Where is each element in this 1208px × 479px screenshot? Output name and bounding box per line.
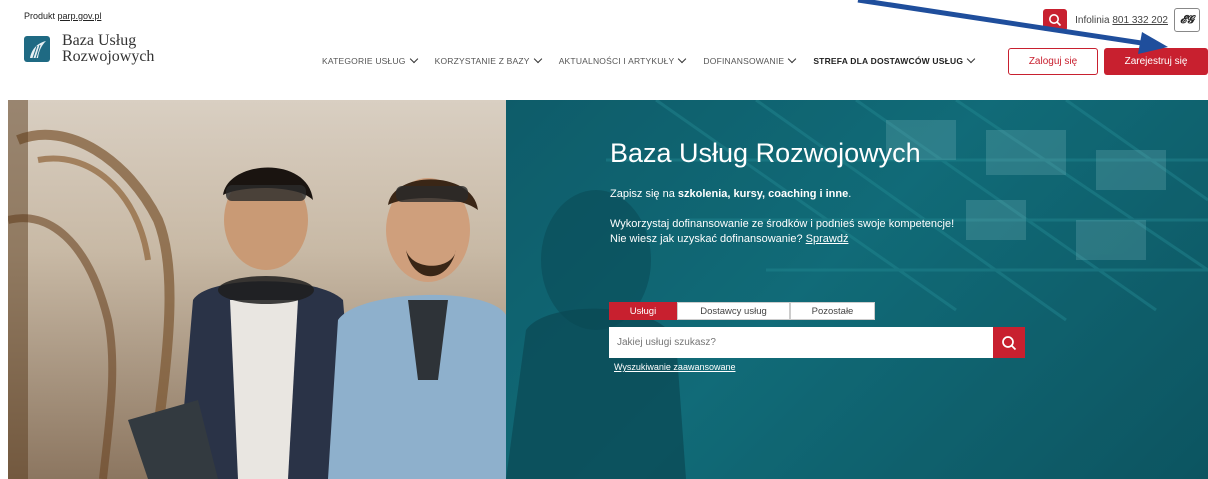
service-search-input[interactable]: [609, 327, 993, 358]
hero-photo-illustration: [8, 100, 506, 479]
hero-sub-bold: szkolenia, kursy, coaching i inne: [677, 188, 849, 200]
tab-uslugi[interactable]: Usługi: [609, 302, 677, 320]
product-prefix: Produkt: [24, 11, 58, 21]
hero-title: Baza Usług Rozwojowych: [610, 138, 921, 168]
nav-korzystanie[interactable]: KORZYSTANIE Z BAZY: [434, 54, 542, 66]
tab-dostawcy-uslug[interactable]: Dostawcy usług: [677, 302, 790, 320]
infolinia-label: Infolinia: [1075, 14, 1113, 26]
hero-sub-suffix: .: [848, 188, 852, 200]
product-line: Produkt parp.gov.pl: [24, 11, 101, 21]
hero-paragraph-2: Nie wiesz jak uzyskać dofinansowanie? Sp…: [610, 233, 848, 245]
page: Produkt parp.gov.pl Baza Usług Rozwojowy…: [0, 0, 1208, 479]
logo-line-1: Baza Usług: [62, 32, 137, 49]
hero-paragraph-1: Wykorzystaj dofinansowanie ze środków i …: [610, 218, 955, 230]
nav-kategorie[interactable]: KATEGORIE USŁUG: [322, 54, 418, 66]
hero-photo-workshop: [8, 100, 506, 479]
search-icon: [1049, 14, 1062, 27]
check-funding-link[interactable]: Sprawdź: [806, 233, 849, 245]
sign-language-icon: 𝓔𝓖: [1179, 13, 1195, 26]
header-search-button[interactable]: [1043, 9, 1068, 31]
chevron-down-icon: [409, 54, 418, 64]
nav-label: KORZYSTANIE Z BAZY: [434, 56, 530, 66]
nav-aktualnosci[interactable]: AKTUALNOŚCI I ARTYKUŁY: [558, 54, 687, 66]
nav-strefa-dostawcow[interactable]: STREFA DLA DOSTAWCÓW USŁUG: [813, 54, 976, 66]
service-search-button[interactable]: [993, 327, 1025, 358]
infolinia-number[interactable]: 801 332 202: [1112, 15, 1168, 26]
logo-line-2: Rozwojowych: [62, 48, 155, 65]
advanced-search-link[interactable]: Wyszukiwanie zaawansowane: [614, 362, 735, 372]
chevron-down-icon: [678, 54, 687, 64]
sign-language-button[interactable]: 𝓔𝓖: [1174, 8, 1200, 32]
nav-label: AKTUALNOŚCI I ARTYKUŁY: [558, 56, 675, 66]
hero-p2-prefix: Nie wiesz jak uzyskać dofinansowanie?: [610, 233, 806, 245]
service-search-field: [609, 327, 993, 358]
nav-label: STREFA DLA DOSTAWCÓW USŁUG: [813, 56, 964, 66]
hero-sub-prefix: Zapisz się na: [610, 188, 678, 200]
tab-pozostale[interactable]: Pozostałe: [790, 302, 875, 320]
main-nav: KATEGORIE USŁUG KORZYSTANIE Z BAZY AKTUA…: [322, 54, 976, 66]
search-icon: [1002, 335, 1017, 350]
top-utilities: Infolinia 801 332 202 𝓔𝓖: [1043, 8, 1200, 32]
register-button[interactable]: Zarejestruj się: [1104, 48, 1208, 75]
parp-link[interactable]: parp.gov.pl: [58, 11, 102, 21]
logo-text: Baza Usług Rozwojowych: [62, 33, 154, 65]
hero-banner: [8, 100, 1208, 479]
hero-subtitle: Zapisz się na szkolenia, kursy, coaching…: [610, 188, 851, 200]
chevron-down-icon: [966, 54, 976, 64]
site-logo[interactable]: Baza Usług Rozwojowych: [24, 33, 154, 65]
search-tabs: Usługi Dostawcy usług Pozostałe: [609, 302, 875, 320]
chevron-down-icon: [788, 54, 797, 64]
nav-dofinansowanie[interactable]: DOFINANSOWANIE: [703, 54, 797, 66]
logo-leaf-icon: [24, 36, 50, 62]
nav-label: KATEGORIE USŁUG: [322, 56, 406, 66]
chevron-down-icon: [533, 54, 542, 64]
nav-label: DOFINANSOWANIE: [703, 56, 785, 66]
login-button[interactable]: Zaloguj się: [1008, 48, 1098, 75]
infolinia: Infolinia 801 332 202: [1075, 15, 1168, 26]
